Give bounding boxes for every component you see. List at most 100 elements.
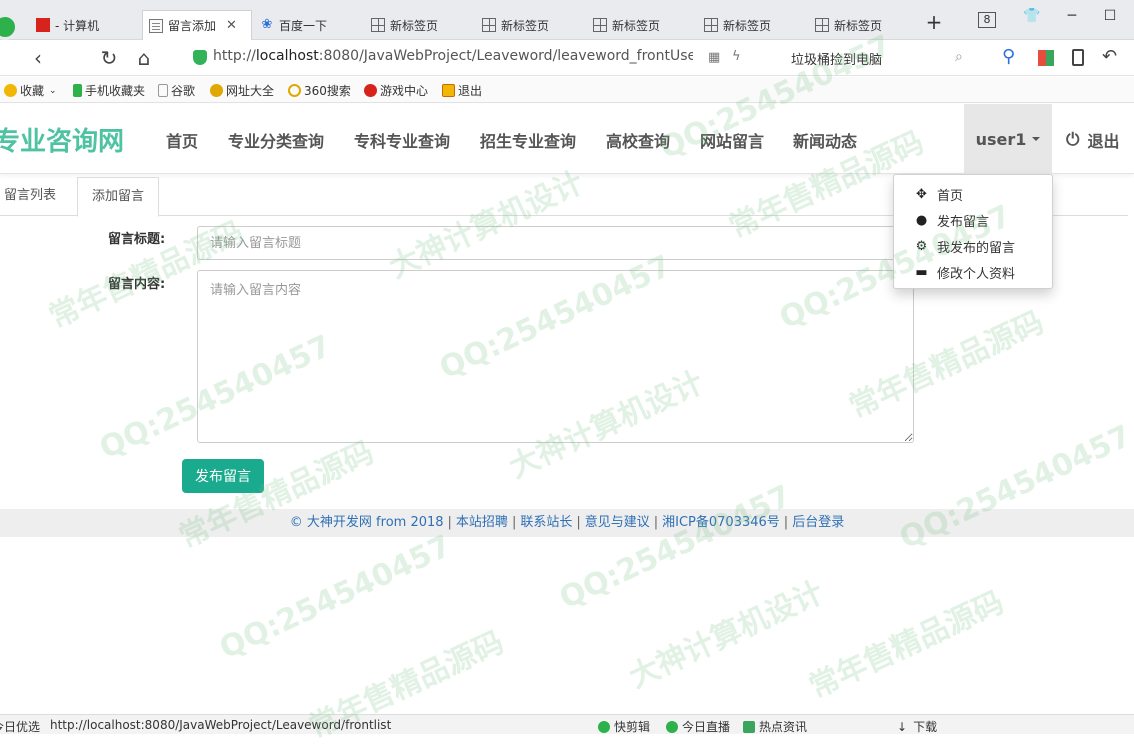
status-today-picks[interactable]: 今日优选: [0, 718, 40, 735]
watermark: QQ:254540457: [554, 478, 797, 617]
maximize-icon[interactable]: ☐: [1098, 8, 1122, 24]
back-icon[interactable]: ‹: [26, 46, 50, 70]
exit-icon: [442, 84, 455, 97]
status-hot-news[interactable]: 热点资讯: [743, 718, 807, 735]
skin-icon[interactable]: 👕: [1020, 8, 1044, 24]
bookmark-favorites[interactable]: 收藏 ⌄: [4, 82, 57, 99]
footer-link-icp[interactable]: 湘ICP备0703346号: [662, 515, 780, 530]
status-url: http://localhost:8080/JavaWebProject/Lea…: [50, 718, 392, 732]
user-icon: ●: [915, 212, 928, 228]
dropdown-item-edit-profile[interactable]: ▬ 修改个人资料: [894, 259, 1052, 285]
apps-icon[interactable]: [1038, 50, 1054, 66]
browser-tab[interactable]: 新标签页: [365, 10, 475, 40]
logout-link[interactable]: ⏻ 退出: [1066, 128, 1119, 152]
browser-logo-icon[interactable]: [0, 14, 18, 40]
user-dropdown-menu: ✥ 首页 ● 发布留言 ⚙ 我发布的留言 ▬ 修改个人资料: [893, 174, 1053, 289]
browser-tab-active[interactable]: 留言添加 ✕: [142, 10, 252, 40]
site-footer: © 大神开发网 from 2018 | 本站招聘 | 联系站长 | 意见与建议 | 湘ICP备0…: [0, 509, 1134, 537]
magnifier-icon[interactable]: ⚲: [1002, 46, 1015, 67]
red-square-icon: [36, 18, 50, 32]
tablet-icon[interactable]: [1072, 49, 1084, 66]
lightning-icon[interactable]: ϟ: [732, 49, 741, 64]
status-live[interactable]: 今日直播: [666, 718, 730, 735]
ring-icon: [288, 84, 301, 97]
browser-tab[interactable]: ❀ 百度一下: [254, 10, 364, 40]
caret-down-icon: [1032, 137, 1041, 141]
footer-copyright: © 大神开发网 from 2018: [289, 515, 444, 530]
search-icon[interactable]: ⌕: [955, 49, 963, 65]
browser-tab[interactable]: 新标签页: [587, 10, 697, 40]
footer-link-feedback[interactable]: 意见与建议: [585, 515, 650, 530]
submit-message-button[interactable]: 发布留言: [182, 459, 264, 493]
browser-tab[interactable]: 新标签页: [476, 10, 586, 40]
site-navbar: 专业咨询网 首页 专业分类查询 专科专业查询 招生专业查询 高校查询 网站留言 …: [0, 104, 1134, 174]
user-menu-toggle[interactable]: user1: [964, 104, 1052, 174]
url-field[interactable]: http://localhost:8080/JavaWebProject/Lea…: [213, 48, 693, 64]
bookmark-google[interactable]: 谷歌: [158, 82, 195, 99]
title-input[interactable]: [197, 226, 914, 260]
secure-shield-icon: [193, 50, 207, 65]
site-brand[interactable]: 专业咨询网: [0, 121, 124, 158]
baidu-paw-icon: ❀: [261, 17, 273, 32]
grid-icon: [593, 18, 607, 32]
browser-tab[interactable]: 新标签页: [698, 10, 808, 40]
nav-messages[interactable]: 网站留言: [700, 128, 764, 152]
nav-home[interactable]: 首页: [166, 128, 198, 152]
move-icon: ✥: [916, 186, 927, 202]
bookmark-bar: 收藏 ⌄ 手机收藏夹 谷歌 网址大全 360搜索 游戏中心 退出: [0, 77, 1134, 103]
browser-tab[interactable]: - 计算机: [30, 10, 140, 40]
close-icon[interactable]: ✕: [226, 18, 237, 33]
tab-add-message[interactable]: 添加留言: [77, 177, 160, 217]
status-quick-edit[interactable]: 快剪辑: [598, 718, 650, 735]
dropdown-item-post-message[interactable]: ● 发布留言: [894, 207, 1052, 233]
nav-major-category[interactable]: 专业分类查询: [228, 128, 324, 152]
footer-link-jobs[interactable]: 本站招聘: [456, 515, 508, 530]
minimize-icon[interactable]: ─: [1060, 8, 1084, 24]
browser-tab-strip: - 计算机 留言添加 ✕ ❀ 百度一下 新标签页 新标签页 新标签页 新标签页 新标…: [0, 0, 1134, 40]
content-textarea[interactable]: [197, 270, 914, 443]
page-icon: [149, 18, 163, 33]
title-label: 留言标题:: [108, 232, 166, 247]
footer-link-admin[interactable]: 后台登录: [792, 515, 844, 530]
star-icon: [4, 84, 17, 97]
refresh-icon[interactable]: ↻: [97, 46, 121, 70]
news-icon: [743, 720, 755, 733]
bookmark-360-search[interactable]: 360搜索: [288, 82, 351, 99]
page-icon: [158, 84, 168, 97]
grid-icon: [815, 18, 829, 32]
bookmark-directory[interactable]: 网址大全: [210, 82, 274, 99]
search-input[interactable]: 垃圾桶捡到电脑: [783, 46, 973, 70]
card-icon: ▬: [915, 264, 928, 280]
nav-news[interactable]: 新闻动态: [793, 128, 857, 152]
nav-college[interactable]: 高校查询: [606, 128, 670, 152]
nav-enrollment-major[interactable]: 招生专业查询: [480, 128, 576, 152]
watermark: QQ:254540457: [214, 528, 457, 667]
play-icon: [598, 720, 610, 733]
status-download[interactable]: ↓ 下载: [897, 718, 937, 735]
footer-separator: |: [511, 515, 517, 530]
download-icon: ↓: [897, 719, 908, 734]
play-icon: [666, 720, 678, 733]
dropdown-item-home[interactable]: ✥ 首页: [894, 181, 1052, 207]
bookmark-games[interactable]: 游戏中心: [364, 82, 428, 99]
new-tab-button[interactable]: +: [922, 10, 946, 34]
chevron-down-icon: ⌄: [49, 85, 57, 96]
grid-icon: [482, 18, 496, 32]
undo-icon[interactable]: ↶: [1102, 46, 1117, 67]
tab-count-badge[interactable]: 8: [978, 12, 996, 28]
dropdown-item-my-messages[interactable]: ⚙ 我发布的留言: [894, 233, 1052, 259]
bookmark-mobile[interactable]: 手机收藏夹: [73, 82, 145, 99]
game-icon: [364, 84, 377, 97]
globe-icon: [210, 84, 223, 97]
grid-icon: [371, 18, 385, 32]
browser-tab[interactable]: 新标签页: [809, 10, 919, 40]
grid-icon: [704, 18, 718, 32]
qr-icon[interactable]: ▦: [708, 50, 720, 65]
tab-message-list[interactable]: 留言列表: [0, 177, 70, 217]
bookmark-exit[interactable]: 退出: [442, 82, 482, 99]
browser-status-bar: 今日优选 http://localhost:8080/JavaWebProjec…: [0, 714, 1134, 734]
nav-junior-major[interactable]: 专科专业查询: [354, 128, 450, 152]
footer-link-contact[interactable]: 联系站长: [520, 515, 572, 530]
footer-separator: |: [783, 515, 789, 530]
home-icon[interactable]: ⌂: [132, 46, 156, 70]
